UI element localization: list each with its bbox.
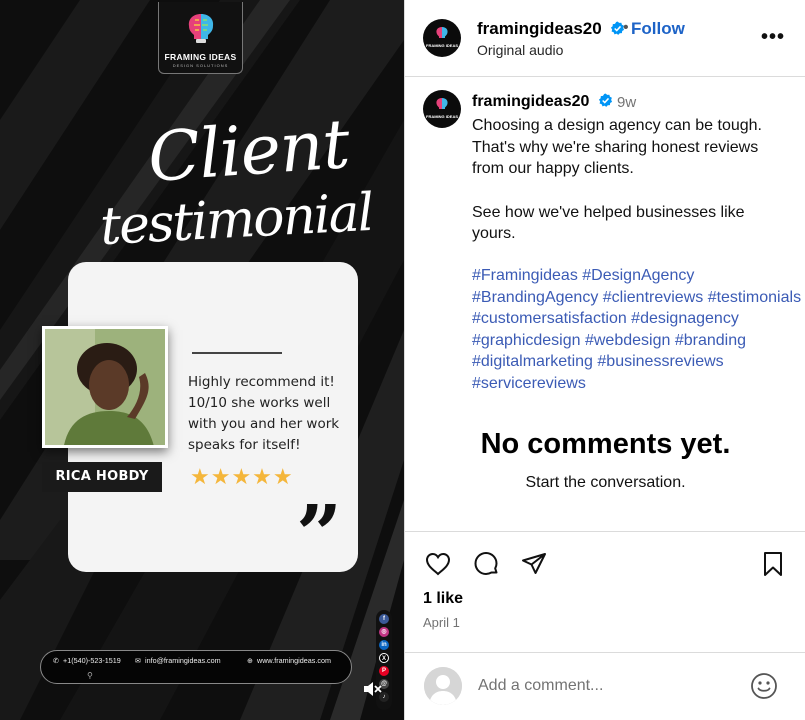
comment-composer <box>405 652 805 720</box>
post-media[interactable]: FRAMING IDEAS DESIGN SOLUTIONS Client te… <box>0 0 404 720</box>
verified-badge-icon <box>598 93 612 107</box>
follow-button[interactable]: Follow <box>631 19 685 39</box>
facebook-icon: f <box>379 614 389 624</box>
like-count[interactable]: 1 like <box>423 590 463 608</box>
share-icon[interactable] <box>520 550 548 578</box>
header-separator: • <box>623 19 629 36</box>
contact-email-text: info@framingideas.com <box>145 656 221 665</box>
heart-icon[interactable] <box>424 550 452 578</box>
action-bar: 1 like April 1 <box>405 531 805 641</box>
post-header: FRAMING IDEAS framingideas20 • Follow Or… <box>405 0 805 77</box>
linkedin-icon: in <box>379 640 389 650</box>
no-comments-title: No comments yet. <box>480 428 731 460</box>
post-date[interactable]: April 1 <box>423 615 460 630</box>
contact-email: ✉ info@framingideas.com <box>135 656 221 665</box>
caption-username-text[interactable]: framingideas20 <box>472 93 589 110</box>
header-username[interactable]: framingideas20 <box>477 19 625 39</box>
caption-paragraph-2: See how we've helped businesses like you… <box>472 203 745 243</box>
emoji-icon[interactable] <box>749 671 779 701</box>
quote-mark-icon: ” <box>296 487 343 581</box>
no-comments-subtitle: Start the conversation. <box>525 474 686 491</box>
client-portrait <box>45 329 165 445</box>
globe-icon: ⊕ <box>247 656 254 665</box>
brand-logo: FRAMING IDEAS DESIGN SOLUTIONS <box>158 2 243 74</box>
caption-username[interactable]: framingideas20 <box>472 93 613 111</box>
location-pin-icon: ⚲ <box>87 671 93 680</box>
post-time[interactable]: 9w <box>617 94 636 111</box>
author-avatar[interactable]: FRAMING IDEAS <box>423 19 461 57</box>
contact-phone-text: +1(540)-523-1519 <box>63 656 121 665</box>
bookmark-icon[interactable] <box>759 550 787 578</box>
phone-icon: ✆ <box>53 656 60 665</box>
instagram-icon: ◎ <box>379 627 389 637</box>
audio-link[interactable]: Original audio <box>477 42 563 58</box>
testimonial-quote: Highly recommend it! 10/10 she works wel… <box>188 374 340 453</box>
mute-icon[interactable] <box>361 678 383 700</box>
heading-client: Client <box>145 105 352 198</box>
caption-text: Choosing a design agency can be tough. T… <box>472 115 792 245</box>
header-username-text[interactable]: framingideas20 <box>477 19 602 38</box>
avatar-text: FRAMING IDEAS <box>426 114 458 119</box>
card-divider <box>192 352 282 354</box>
caption-hashtags[interactable]: #Framingideas #DesignAgency #BrandingAge… <box>472 265 802 395</box>
comment-input[interactable] <box>478 673 728 699</box>
contact-bar: ✆ +1(540)-523-1519 ✉ info@framingideas.c… <box>40 650 352 684</box>
comment-icon[interactable] <box>472 550 500 578</box>
brain-bulb-icon <box>436 98 448 109</box>
contact-phone: ✆ +1(540)-523-1519 <box>53 656 121 665</box>
current-user-avatar[interactable] <box>424 667 462 705</box>
contact-website: ⊕ www.framingideas.com <box>247 656 331 665</box>
default-avatar-icon <box>424 667 462 705</box>
contact-website-text: www.framingideas.com <box>257 656 331 665</box>
logo-title: FRAMING IDEAS <box>164 52 237 62</box>
post-details-panel: FRAMING IDEAS framingideas20 • Follow Or… <box>404 0 805 720</box>
logo-subtitle: DESIGN SOLUTIONS <box>172 63 229 68</box>
more-options-icon[interactable]: ••• <box>761 26 785 49</box>
caption-avatar[interactable]: FRAMING IDEAS <box>423 90 461 128</box>
client-name-tag: RICA HOBDY <box>42 462 162 492</box>
brain-bulb-icon <box>436 27 448 38</box>
mail-icon: ✉ <box>135 656 142 665</box>
brain-bulb-icon <box>188 14 214 43</box>
caption-paragraph-1: Choosing a design agency can be tough. T… <box>472 117 762 177</box>
x-icon: X <box>379 653 389 663</box>
client-photo <box>42 326 168 448</box>
pinterest-icon: P <box>379 666 389 676</box>
avatar-text: FRAMING IDEAS <box>426 43 458 48</box>
rating-stars: ★★★★★ <box>190 464 294 489</box>
